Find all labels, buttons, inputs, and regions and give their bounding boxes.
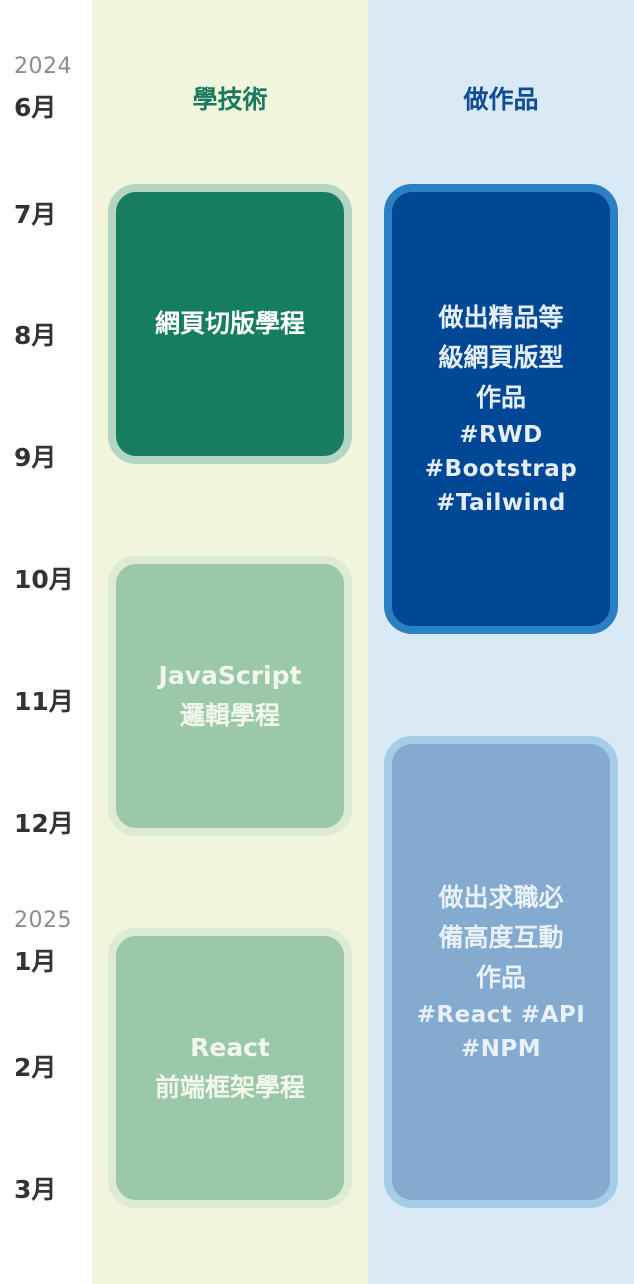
card-tag: #React #API (416, 1002, 586, 1028)
work-column-header: 做作品 (463, 85, 539, 114)
card-line: 做出精品等 (438, 303, 564, 332)
card-subtitle: 邏輯學程 (179, 701, 280, 730)
card-tag: #RWD (459, 422, 543, 448)
card-line: 級網頁版型 (438, 343, 564, 372)
card-title: JavaScript (158, 661, 302, 690)
card-line: 作品 (475, 383, 526, 412)
month-label: 1月 (14, 947, 57, 976)
javascript-course-card: JavaScript 邏輯學程 (108, 556, 352, 836)
card-tag: #NPM (460, 1036, 542, 1062)
year-label-2024: 2024 (14, 54, 72, 79)
month-label: 9月 (14, 443, 57, 472)
year-label-2025: 2025 (14, 908, 72, 933)
react-course-card: React 前端框架學程 (108, 928, 352, 1208)
month-label: 12月 (14, 809, 74, 838)
card-tag: #Bootstrap (424, 456, 578, 482)
month-label: 11月 (14, 687, 74, 716)
card-title: 網頁切版學程 (154, 309, 305, 338)
card-subtitle: 前端框架學程 (154, 1073, 305, 1102)
month-label: 8月 (14, 321, 57, 350)
portfolio-card-webpage: 做出精品等 級網頁版型 作品 #RWD #Bootstrap #Tailwind (384, 184, 618, 634)
month-label: 7月 (14, 200, 57, 229)
card-title: React (190, 1033, 270, 1062)
month-label: 2月 (14, 1053, 57, 1082)
portfolio-card-interactive: 做出求職必 備高度互動 作品 #React #API #NPM (384, 736, 618, 1208)
month-label: 6月 (14, 93, 57, 122)
month-label: 3月 (14, 1175, 57, 1204)
card-tag: #Tailwind (436, 490, 566, 516)
tech-column-header: 學技術 (192, 85, 268, 114)
html-css-course-card: 網頁切版學程 (108, 184, 352, 464)
card-line: 備高度互動 (438, 923, 564, 952)
card-line: 做出求職必 (438, 883, 564, 912)
card-line: 作品 (475, 963, 526, 992)
month-label: 10月 (14, 565, 74, 594)
